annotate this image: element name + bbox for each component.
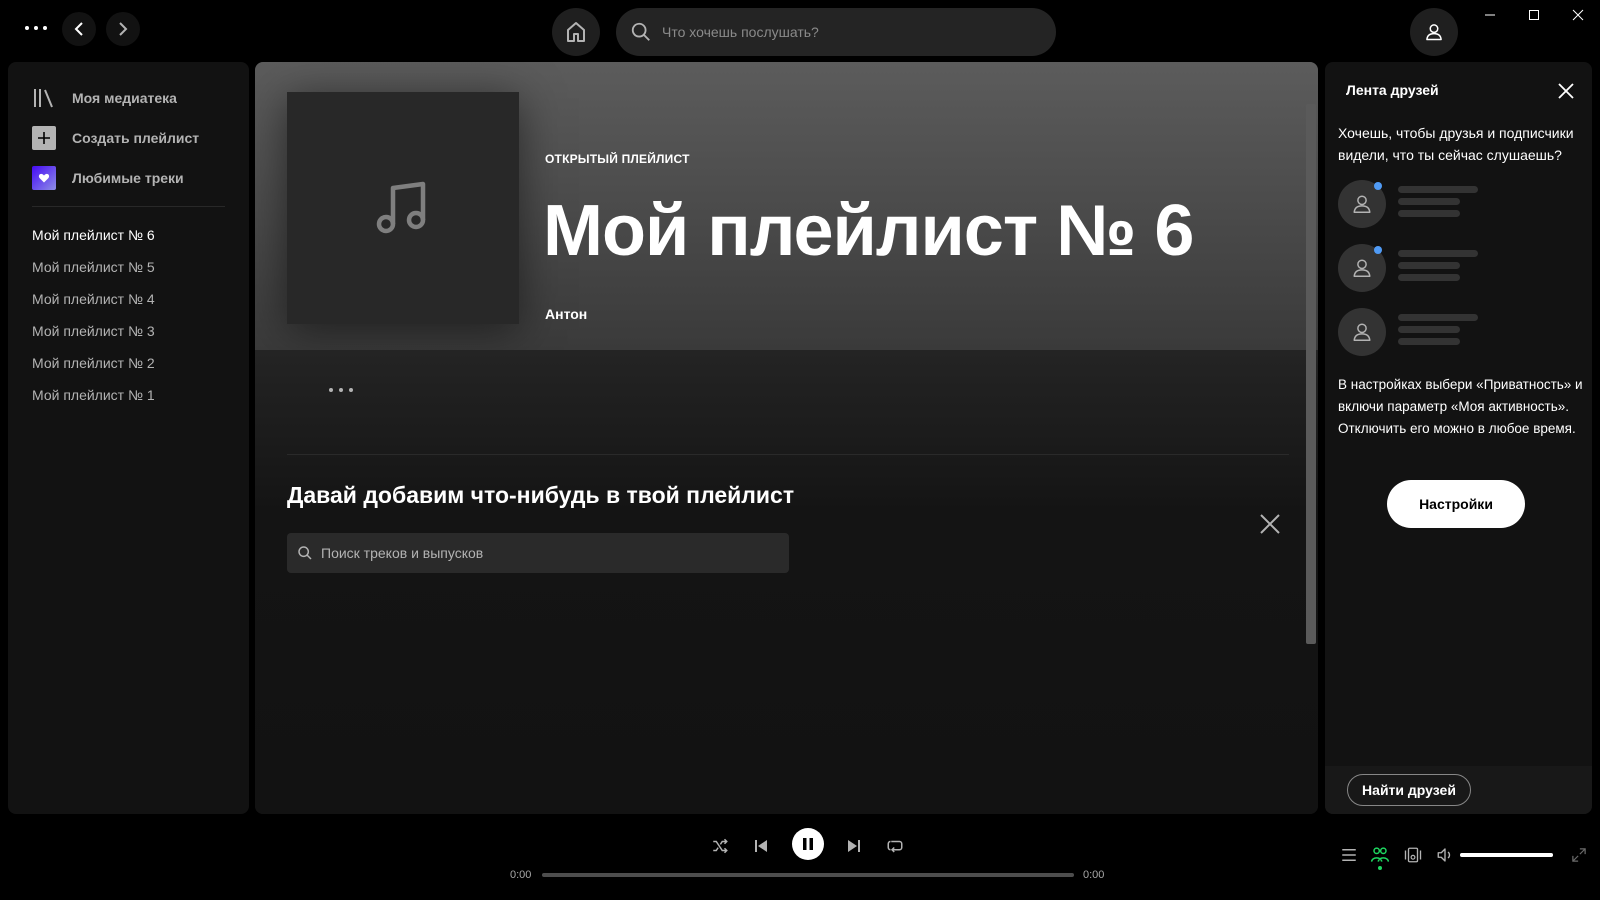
sidebar-playlist-item[interactable]: Мой плейлист № 1	[8, 379, 249, 411]
home-button[interactable]	[552, 8, 600, 56]
maximize-icon[interactable]	[1512, 0, 1556, 30]
playlist-content	[255, 350, 1318, 814]
placeholder-line	[1398, 262, 1460, 269]
avatar	[1338, 308, 1386, 356]
menu-dots-icon[interactable]	[18, 14, 54, 42]
library-icon	[32, 86, 56, 110]
user-icon	[1353, 323, 1371, 341]
sidebar-playlist-item[interactable]: Мой плейлист № 4	[8, 283, 249, 315]
playlist-header: ОТКРЫТЫЙ ПЛЕЙЛИСТ Мой плейлист № 6 Антон	[255, 62, 1318, 350]
queue-icon[interactable]	[1336, 842, 1362, 868]
content-divider	[287, 454, 1289, 455]
volume-slider[interactable]	[1460, 853, 1553, 857]
friend-activity-instructions: В настройках выбери «Приватность» и вклю…	[1338, 377, 1583, 436]
fullscreen-icon[interactable]	[1566, 842, 1592, 868]
pause-icon	[803, 838, 813, 850]
volume-icon[interactable]	[1432, 842, 1458, 868]
sidebar-playlist-item[interactable]: Мой плейлист № 5	[8, 251, 249, 283]
find-friends-button[interactable]: Найти друзей	[1347, 774, 1471, 806]
playlist-owner[interactable]: Антон	[545, 306, 587, 322]
pause-button[interactable]	[792, 828, 824, 860]
sidebar-item-library[interactable]: Моя медиатека	[8, 78, 249, 118]
online-dot	[1374, 246, 1382, 254]
active-indicator	[1378, 866, 1382, 870]
user-button[interactable]	[1410, 8, 1458, 56]
close-icon[interactable]	[1553, 78, 1579, 104]
sidebar-item-liked-songs[interactable]: Любимые треки	[8, 158, 249, 198]
more-dots-icon[interactable]	[321, 378, 361, 402]
friends-icon[interactable]	[1367, 842, 1393, 868]
chevron-left-icon	[74, 22, 83, 36]
sidebar: Моя медиатека Создать плейлист Любимые т…	[8, 62, 249, 814]
user-icon	[1426, 24, 1442, 41]
friend-placeholder-row	[1338, 244, 1498, 294]
track-search-input[interactable]	[321, 545, 781, 561]
placeholder-line	[1398, 198, 1460, 205]
add-section-title: Давай добавим что-нибудь в твой плейлист	[287, 482, 795, 508]
minimize-icon[interactable]	[1468, 0, 1512, 30]
user-icon	[1353, 195, 1371, 213]
friend-activity-footer: Найти друзей	[1325, 766, 1592, 814]
placeholder-line	[1398, 326, 1460, 333]
devices-icon[interactable]	[1400, 842, 1426, 868]
placeholder-line	[1398, 250, 1478, 257]
time-total: 0:00	[1083, 869, 1105, 881]
global-search[interactable]	[616, 8, 1056, 56]
time-elapsed: 0:00	[510, 869, 532, 881]
app-window: Моя медиатека Создать плейлист Любимые т…	[0, 0, 1600, 900]
next-icon[interactable]	[838, 830, 870, 862]
search-icon	[298, 546, 312, 560]
placeholder-line	[1398, 338, 1460, 345]
search-icon	[631, 22, 650, 41]
online-dot	[1374, 182, 1382, 190]
friend-activity-title: Лента друзей	[1346, 82, 1439, 98]
friend-placeholder-row	[1338, 180, 1498, 230]
placeholder-line	[1398, 314, 1478, 321]
settings-button[interactable]: Настройки	[1387, 480, 1525, 528]
previous-icon[interactable]	[745, 830, 777, 862]
home-icon	[567, 22, 585, 42]
chevron-right-icon	[119, 22, 128, 36]
user-icon	[1353, 259, 1371, 277]
repeat-icon[interactable]	[879, 830, 911, 862]
top-bar	[0, 0, 1600, 62]
music-note-icon	[376, 181, 426, 234]
volume-fill	[1460, 853, 1553, 857]
playlist-type-label: ОТКРЫТЫЙ ПЛЕЙЛИСТ	[545, 152, 690, 166]
page-title: Мой плейлист № 6	[543, 191, 1194, 271]
sidebar-item-create-playlist[interactable]: Создать плейлист	[8, 118, 249, 158]
sidebar-item-label: Любимые треки	[72, 170, 184, 186]
forward-button[interactable]	[106, 12, 140, 46]
scrollbar[interactable]	[1306, 104, 1316, 644]
track-search[interactable]	[287, 533, 789, 573]
player-bar: 0:00 0:00	[0, 814, 1600, 900]
sidebar-item-label: Создать плейлист	[72, 130, 200, 146]
sidebar-divider	[32, 206, 225, 207]
placeholder-line	[1398, 274, 1460, 281]
placeholder-line	[1398, 210, 1460, 217]
sidebar-playlist-item[interactable]: Мой плейлист № 2	[8, 347, 249, 379]
sidebar-playlist-item[interactable]: Мой плейлист № 6	[8, 219, 249, 251]
friend-activity-panel: Лента друзей Хочешь, чтобы друзья и подп…	[1325, 62, 1592, 814]
close-icon[interactable]	[1254, 508, 1286, 540]
main-view: ОТКРЫТЫЙ ПЛЕЙЛИСТ Мой плейлист № 6 Антон…	[255, 62, 1318, 814]
playlist-cover[interactable]	[287, 92, 519, 324]
sidebar-item-label: Моя медиатека	[72, 90, 177, 106]
sidebar-playlist-item[interactable]: Мой плейлист № 3	[8, 315, 249, 347]
plus-icon	[32, 126, 56, 150]
progress-bar[interactable]	[542, 873, 1074, 877]
close-icon[interactable]	[1556, 0, 1600, 30]
heart-icon	[32, 166, 56, 190]
placeholder-line	[1398, 186, 1478, 193]
shuffle-icon[interactable]	[704, 830, 736, 862]
global-search-input[interactable]	[662, 24, 1022, 40]
back-button[interactable]	[62, 12, 96, 46]
friend-placeholder-row	[1338, 308, 1498, 358]
friend-activity-prompt: Хочешь, чтобы друзья и подписчики видели…	[1338, 125, 1574, 163]
